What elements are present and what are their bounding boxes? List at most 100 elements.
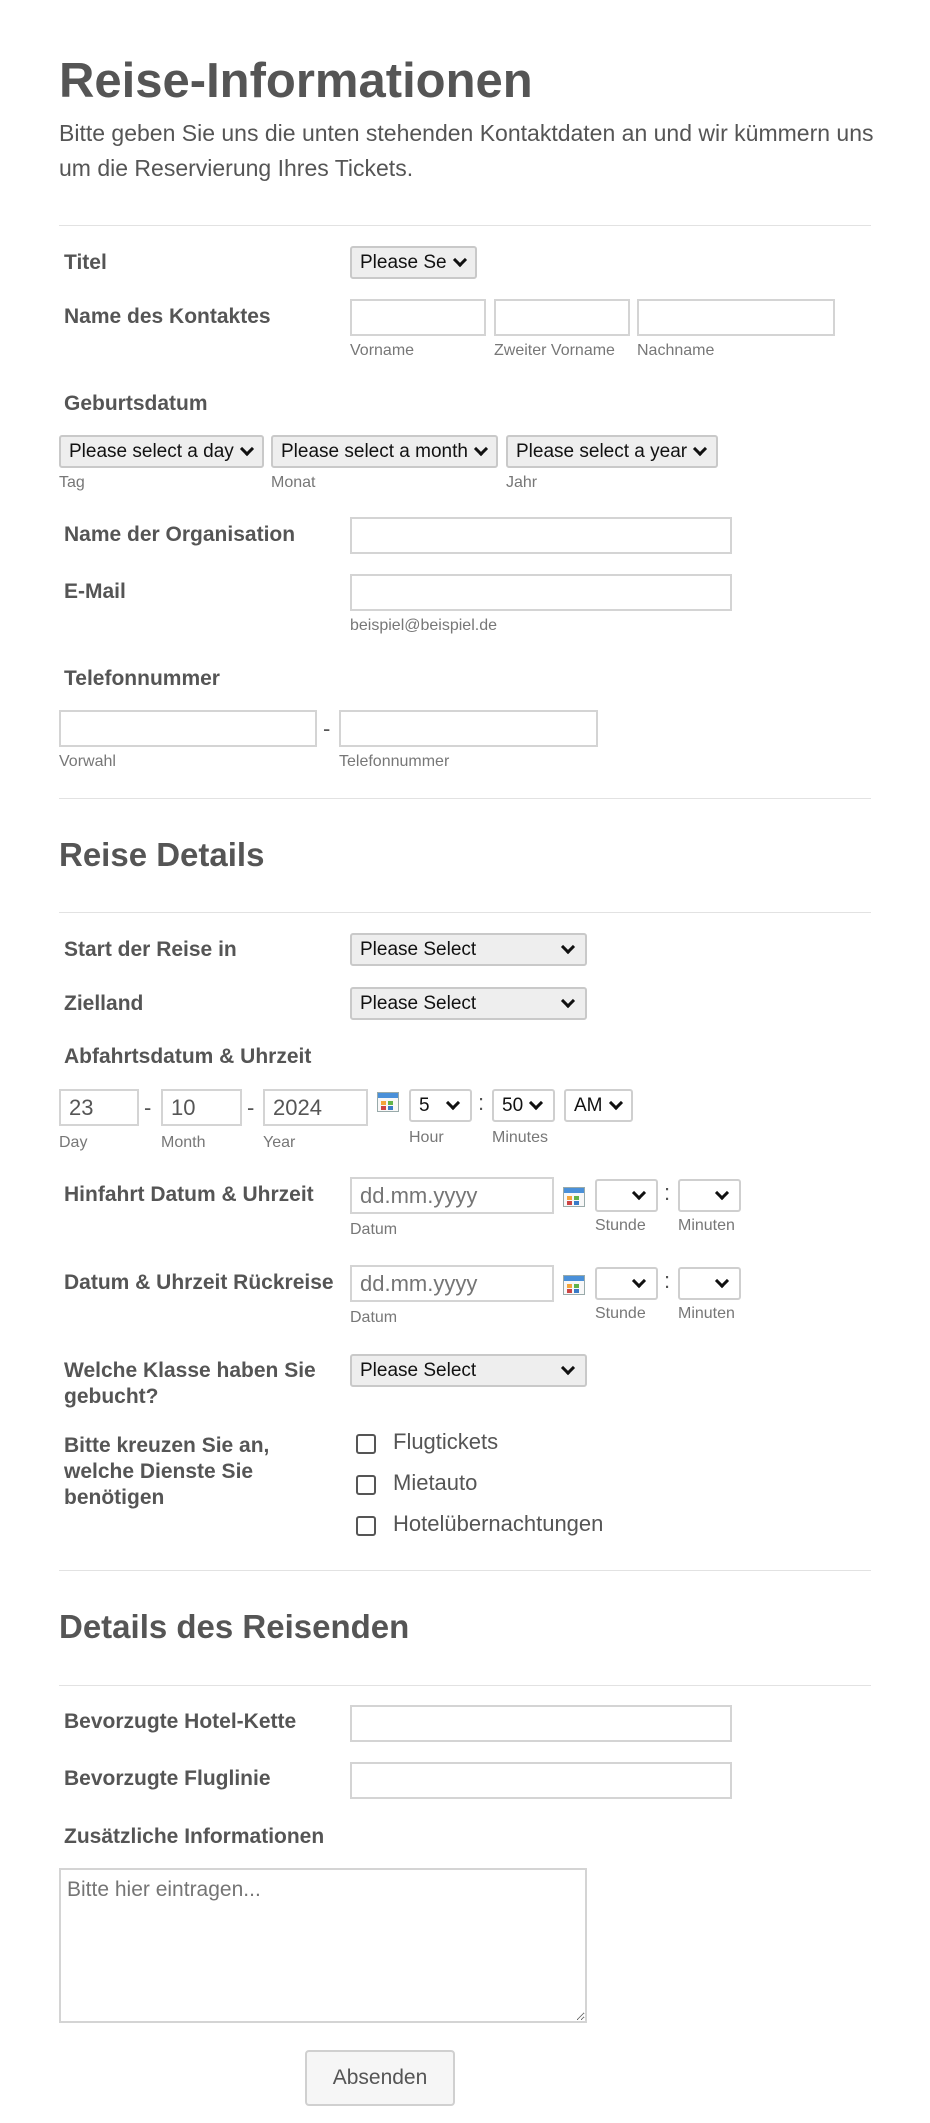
contact-name-label: Name des Kontaktes [64, 305, 271, 328]
birth-year-select[interactable]: Please select a year [506, 435, 718, 468]
return-hour-sublabel: Stunde [595, 1305, 646, 1322]
last-name-input[interactable] [637, 299, 835, 336]
return-minute-select[interactable] [678, 1267, 741, 1300]
outbound-date-input[interactable] [350, 1177, 554, 1214]
chevron-down-icon [452, 252, 467, 268]
chevron-down-icon [560, 939, 576, 955]
divider [59, 1570, 871, 1571]
departure-hour-value: 5 [419, 1094, 430, 1116]
outbound-hour-sublabel: Stunde [595, 1217, 646, 1234]
departure-minute-value: 50 [502, 1094, 524, 1116]
page-title: Reise-Informationen [59, 54, 533, 108]
checkbox-flight[interactable] [356, 1434, 376, 1454]
checkbox-flight-label: Flugtickets [393, 1429, 499, 1454]
outbound-minute-sublabel: Minuten [678, 1217, 735, 1234]
section-title-traveler: Details des Reisenden [59, 1608, 410, 1645]
calendar-icon[interactable] [563, 1275, 585, 1295]
start-country-value: Please Select [360, 938, 477, 960]
area-code-input[interactable] [59, 710, 317, 747]
titel-label: Titel [64, 251, 107, 274]
return-date-sublabel: Datum [350, 1309, 398, 1326]
hour-sublabel: Hour [409, 1129, 444, 1146]
email-input[interactable] [350, 574, 732, 611]
return-hour-select[interactable] [595, 1267, 658, 1300]
first-name-sublabel: Vorname [350, 342, 415, 359]
first-name-input[interactable] [350, 299, 486, 336]
birth-day-select[interactable]: Please select a day [59, 435, 264, 468]
divider [59, 912, 871, 913]
birth-month-select[interactable]: Please select a month [271, 435, 498, 468]
birth-day-value: Please select a day [69, 440, 234, 462]
departure-year-input[interactable] [263, 1089, 368, 1126]
start-label: Start der Reise in [64, 938, 237, 961]
phone-dash: - [323, 716, 331, 741]
time-colon: : [664, 1268, 671, 1293]
divider [59, 1685, 871, 1686]
outbound-hour-select[interactable] [595, 1179, 658, 1212]
hotel-chain-label: Bevorzugte Hotel-Kette [64, 1710, 297, 1733]
chevron-down-icon [473, 441, 489, 457]
page-description: Bitte geben Sie uns die unten stehenden … [59, 120, 874, 181]
chevron-down-icon [714, 1185, 730, 1201]
chevron-down-icon [631, 1185, 647, 1201]
date-dash: - [144, 1095, 152, 1120]
checkbox-rental-car-label: Mietauto [393, 1470, 478, 1495]
departure-day-input[interactable] [59, 1089, 139, 1126]
hotel-chain-input[interactable] [350, 1705, 732, 1742]
organisation-input[interactable] [350, 517, 732, 554]
outbound-minute-select[interactable] [678, 1179, 741, 1212]
calendar-icon[interactable] [377, 1092, 399, 1112]
calendar-icon[interactable] [563, 1187, 585, 1207]
chevron-down-icon [529, 1095, 544, 1111]
middle-name-sublabel: Zweiter Vorname [494, 342, 615, 359]
birth-day-sublabel: Tag [59, 474, 85, 491]
start-country-select[interactable]: Please Select [350, 933, 587, 966]
destination-select[interactable]: Please Select [350, 987, 587, 1020]
departure-minute-select[interactable]: 50 [492, 1089, 555, 1122]
services-label: Bitte kreuzen Sie an, welche Dienste Sie… [64, 1434, 270, 1509]
submit-button[interactable]: Absenden [305, 2050, 455, 2106]
year-sublabel: Year [263, 1134, 296, 1151]
chevron-down-icon [560, 1360, 576, 1376]
section-title-travel: Reise Details [59, 836, 265, 873]
departure-month-input[interactable] [161, 1089, 242, 1126]
divider [59, 798, 871, 799]
phone-number-sublabel: Telefonnummer [339, 753, 450, 770]
month-sublabel: Month [161, 1134, 206, 1151]
checkbox-rental-car[interactable] [356, 1475, 376, 1495]
birth-year-sublabel: Jahr [506, 474, 538, 491]
phone-label: Telefonnummer [64, 667, 220, 690]
additional-info-textarea[interactable] [59, 1868, 587, 2023]
chevron-down-icon [631, 1273, 647, 1289]
departure-label: Abfahrtsdatum & Uhrzeit [64, 1045, 312, 1068]
checkbox-hotel-label: Hotelübernachtungen [393, 1511, 604, 1536]
checkbox-hotel[interactable] [356, 1516, 376, 1536]
last-name-sublabel: Nachname [637, 342, 715, 359]
departure-ampm-select[interactable]: AM [564, 1089, 633, 1122]
outbound-label: Hinfahrt Datum & Uhrzeit [64, 1183, 314, 1206]
departure-hour-select[interactable]: 5 [409, 1089, 472, 1122]
minutes-sublabel: Minutes [492, 1129, 549, 1146]
chevron-down-icon [693, 441, 708, 457]
class-select[interactable]: Please Select [350, 1354, 587, 1387]
class-label: Welche Klasse haben Sie gebucht? [64, 1359, 316, 1408]
chevron-down-icon [560, 993, 576, 1009]
chevron-down-icon [714, 1273, 730, 1289]
airline-input[interactable] [350, 1762, 732, 1799]
departure-ampm-value: AM [574, 1094, 603, 1116]
return-date-input[interactable] [350, 1265, 554, 1302]
date-dash: - [247, 1095, 255, 1120]
return-minute-sublabel: Minuten [678, 1305, 735, 1322]
middle-name-input[interactable] [494, 299, 630, 336]
titel-select[interactable]: Please Se [350, 246, 477, 279]
chevron-down-icon [445, 1095, 461, 1111]
birth-year-value: Please select a year [516, 440, 688, 462]
time-colon: : [478, 1090, 485, 1115]
divider [59, 225, 871, 226]
area-code-sublabel: Vorwahl [59, 753, 116, 770]
class-value: Please Select [360, 1359, 477, 1381]
outbound-date-sublabel: Datum [350, 1221, 398, 1238]
phone-number-input[interactable] [339, 710, 598, 747]
birthdate-label: Geburtsdatum [64, 392, 208, 415]
organisation-label: Name der Organisation [64, 523, 296, 546]
